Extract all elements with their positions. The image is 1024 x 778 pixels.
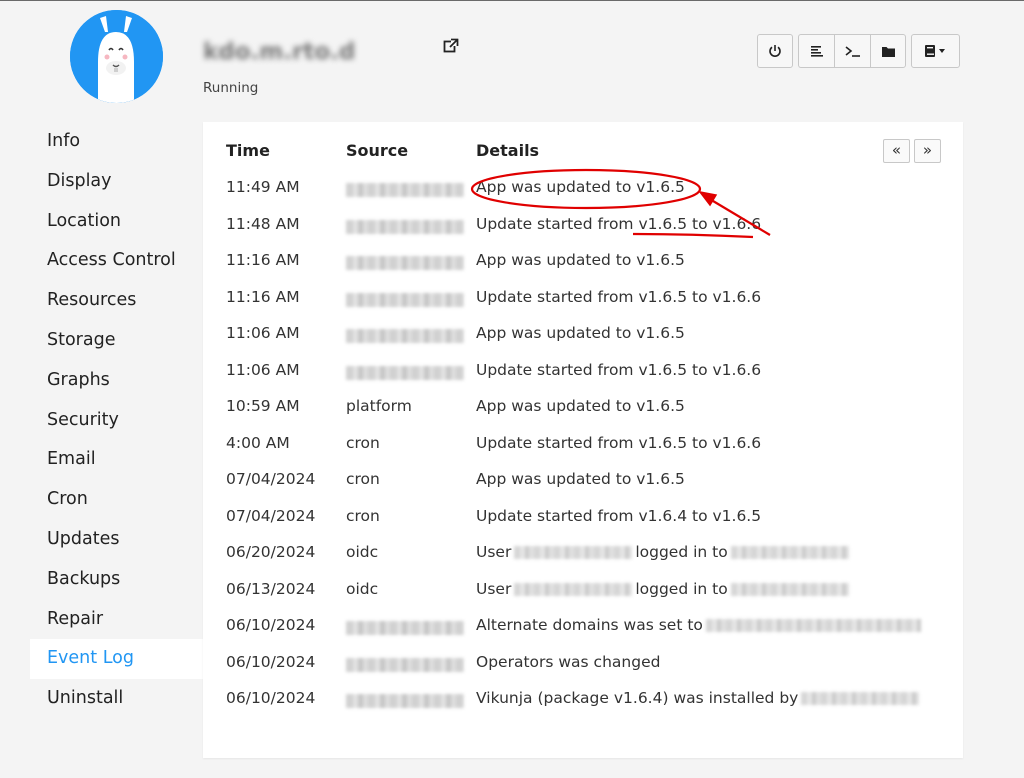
- app-toolbar: [757, 34, 965, 68]
- sidebar-item-security[interactable]: Security: [30, 401, 203, 441]
- event-time: 07/04/2024: [226, 506, 316, 525]
- event-time: 06/13/2024: [226, 579, 316, 598]
- event-details-text: User: [476, 543, 512, 561]
- event-details: App was updated to v1.6.5: [476, 251, 685, 269]
- redacted-source: [346, 621, 464, 635]
- redacted-source: [346, 292, 464, 307]
- redacted-source: [346, 657, 464, 672]
- sidebar-item-repair[interactable]: Repair: [30, 600, 203, 640]
- event-time: 11:48 AM: [226, 214, 300, 233]
- event-time: 07/04/2024: [226, 470, 316, 488]
- folder-icon: [881, 46, 895, 57]
- redacted-source: [346, 329, 464, 343]
- event-details: User logged in to: [476, 543, 852, 561]
- event-source: cron: [346, 470, 380, 488]
- sidebar-item-location[interactable]: Location: [30, 202, 203, 242]
- redacted-source: [346, 219, 464, 234]
- redacted-source: [346, 365, 464, 380]
- event-time: 06/10/2024: [226, 616, 316, 634]
- event-time: 06/10/2024: [226, 689, 316, 707]
- event-details: Update started from v1.6.5 to v1.6.6: [476, 433, 762, 452]
- event-source: oidc: [346, 543, 379, 561]
- event-details: App was updated to v1.6.5: [476, 397, 685, 415]
- sidebar-item-event-log[interactable]: Event Log: [30, 639, 203, 680]
- power-icon: [769, 45, 781, 57]
- redacted-value: [514, 546, 633, 559]
- event-details-text: logged in to: [635, 579, 728, 598]
- book-dropdown-icon: [924, 45, 945, 57]
- event-time: 11:06 AM: [226, 324, 300, 342]
- sidebar-item-info[interactable]: Info: [30, 122, 203, 162]
- event-details: Update started from v1.6.4 to v1.6.5: [476, 506, 762, 525]
- logs-button[interactable]: [798, 34, 834, 68]
- event-time: 11:06 AM: [226, 360, 300, 379]
- redacted-source: [346, 256, 464, 270]
- column-header-time: Time: [226, 141, 270, 160]
- app-icon: [70, 10, 163, 103]
- event-details-text: User: [476, 579, 512, 598]
- event-details: Update started from v1.6.5 to v1.6.6: [476, 214, 762, 233]
- event-details: Update started from v1.6.5 to v1.6.6: [476, 360, 762, 379]
- sidebar-item-storage[interactable]: Storage: [30, 321, 203, 361]
- sidebar-item-display[interactable]: Display: [30, 162, 203, 202]
- external-link-icon[interactable]: [443, 38, 459, 54]
- sidebar-item-cron[interactable]: Cron: [30, 480, 203, 520]
- event-details-text: Alternate domains was set to: [476, 616, 703, 634]
- files-button[interactable]: [870, 34, 906, 68]
- event-time: 06/20/2024: [226, 543, 316, 561]
- event-time: 11:16 AM: [226, 287, 300, 306]
- event-details-text: Vikunja (package v1.6.4) was installed b…: [476, 689, 799, 707]
- event-details: Update started from v1.6.5 to v1.6.6: [476, 287, 762, 306]
- sidebar-item-graphs[interactable]: Graphs: [30, 361, 203, 401]
- event-details-text: logged in to: [635, 543, 728, 561]
- docs-menu-button[interactable]: [911, 34, 960, 68]
- app-title-text: kdo.m.rto.d: [203, 39, 356, 65]
- event-source: cron: [346, 433, 380, 452]
- sidebar-item-updates[interactable]: Updates: [30, 520, 203, 560]
- event-details: Vikunja (package v1.6.4) was installed b…: [476, 689, 922, 707]
- terminal-button[interactable]: [834, 34, 870, 68]
- redacted-value: [801, 692, 920, 705]
- event-time: 06/10/2024: [226, 652, 316, 671]
- tools-button-group: [798, 34, 906, 68]
- llama-logo-icon: [70, 10, 163, 103]
- logs-icon: [810, 46, 823, 57]
- event-details: App was updated to v1.6.5: [476, 470, 685, 488]
- event-source: platform: [346, 397, 412, 415]
- event-time: 10:59 AM: [226, 397, 300, 415]
- event-log-panel: Time Source Details « » 11:49 AM App was …: [203, 122, 963, 758]
- restart-button[interactable]: [757, 34, 793, 68]
- sidebar-item-uninstall[interactable]: Uninstall: [30, 679, 203, 719]
- event-details: App was updated to v1.6.5: [476, 178, 685, 196]
- sidebar-item-access-control[interactable]: Access Control: [30, 241, 203, 281]
- event-details: App was updated to v1.6.5: [476, 324, 685, 342]
- event-details: Alternate domains was set to: [476, 616, 924, 634]
- event-details: Operators was changed: [476, 652, 661, 671]
- event-source: oidc: [346, 579, 379, 598]
- settings-sidebar: Info Display Location Access Control Resourc…: [30, 122, 203, 719]
- redacted-source: [346, 694, 464, 708]
- event-source: cron: [346, 506, 380, 525]
- column-header-details: Details: [476, 141, 540, 160]
- redacted-value: [705, 619, 921, 632]
- terminal-icon: [845, 46, 860, 57]
- sidebar-item-resources[interactable]: Resources: [30, 281, 203, 321]
- redacted-value: [514, 582, 633, 596]
- pagination: « »: [883, 139, 941, 163]
- event-time: 11:16 AM: [226, 251, 300, 269]
- redacted-value: [730, 582, 849, 596]
- event-time: 4:00 AM: [226, 433, 290, 452]
- column-header-source: Source: [346, 141, 409, 160]
- app-status: Running: [203, 80, 259, 96]
- redacted-source: [346, 183, 464, 197]
- first-page-button[interactable]: «: [883, 139, 910, 163]
- sidebar-item-email[interactable]: Email: [30, 440, 203, 480]
- redacted-value: [730, 546, 849, 559]
- next-page-button[interactable]: »: [914, 139, 941, 163]
- event-time: 11:49 AM: [226, 178, 300, 196]
- app-title: kdo.m.rto.d: [203, 37, 435, 67]
- sidebar-item-backups[interactable]: Backups: [30, 560, 203, 600]
- event-details: User logged in to: [476, 580, 852, 598]
